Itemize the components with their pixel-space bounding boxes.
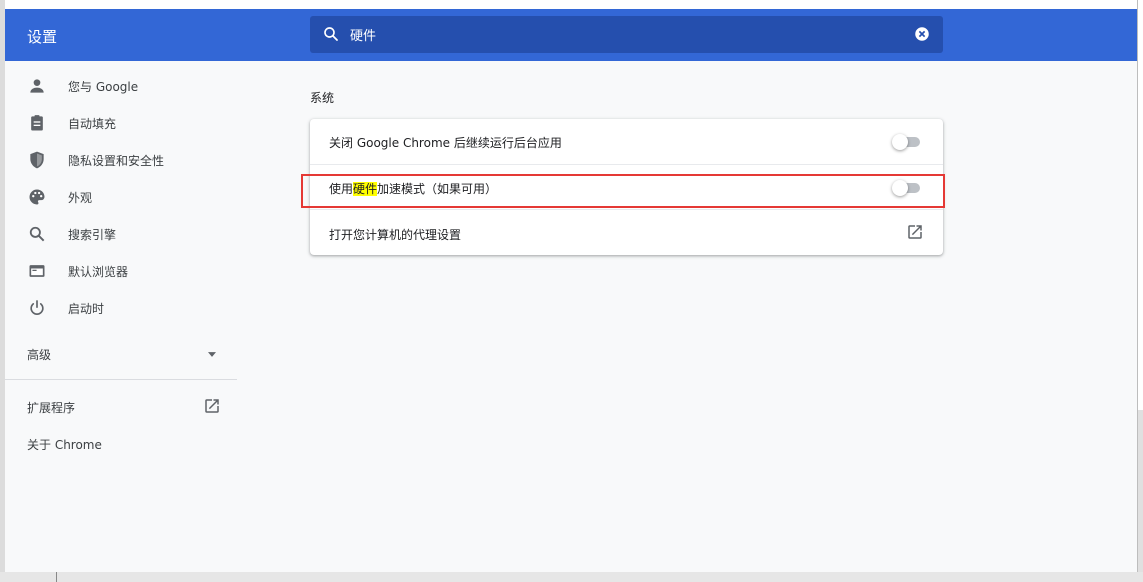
- sidebar-item-label: 搜索引擎: [68, 228, 117, 242]
- search-icon: [29, 226, 45, 242]
- sidebar-item-label: 自动填充: [68, 117, 117, 131]
- clipboard-icon: [31, 115, 43, 131]
- sidebar: 您与 Google 自动填充 隐私设置和安全性 外观 搜索引擎 默认浏览器 启动…: [5, 61, 237, 561]
- about-chrome-label: 关于 Chrome: [27, 438, 102, 452]
- settings-window: 设置 您与 Google: [5, 0, 1138, 572]
- setting-label: 使用硬件加速模式（如果可用）: [329, 180, 497, 197]
- sidebar-item-appearance[interactable]: 外观: [5, 179, 237, 215]
- desktop-divider: [56, 572, 57, 582]
- setting-row-hardware-acceleration[interactable]: 使用硬件加速模式（如果可用）: [310, 164, 943, 209]
- dropdown-arrow-icon: [208, 352, 216, 357]
- window-right-edge-lower: [1138, 410, 1143, 572]
- settings-header: 设置: [5, 9, 1137, 61]
- toggle-knob: [892, 134, 908, 150]
- person-icon: [30, 79, 44, 93]
- palette-icon: [29, 189, 45, 205]
- setting-label: 打开您计算机的代理设置: [329, 228, 462, 242]
- label-suffix: 加速模式（如果可用）: [377, 182, 498, 196]
- extensions-label: 扩展程序: [27, 401, 76, 415]
- sidebar-item-extensions[interactable]: 扩展程序: [27, 399, 223, 419]
- advanced-label: 高级: [27, 348, 52, 362]
- sidebar-item-search-engine[interactable]: 搜索引擎: [5, 216, 237, 252]
- setting-row-proxy-settings[interactable]: 打开您计算机的代理设置: [310, 209, 943, 255]
- window-top-strip: [5, 0, 1137, 9]
- sidebar-item-privacy[interactable]: 隐私设置和安全性: [5, 142, 237, 178]
- toggle-knob: [892, 180, 908, 196]
- sidebar-item-about-chrome[interactable]: 关于 Chrome: [27, 436, 102, 453]
- sidebar-item-label: 外观: [68, 191, 93, 205]
- window-right-edge: [1138, 0, 1143, 410]
- label-prefix: 使用: [329, 182, 354, 196]
- background-apps-toggle[interactable]: [892, 134, 922, 150]
- setting-row-background-apps[interactable]: 关闭 Google Chrome 后继续运行后台应用: [310, 119, 943, 164]
- advanced-toggle[interactable]: 高级: [27, 346, 219, 364]
- sidebar-item-label: 启动时: [68, 302, 105, 316]
- sidebar-item-label: 您与 Google: [68, 80, 139, 94]
- search-input[interactable]: [350, 22, 890, 46]
- setting-label: 关闭 Google Chrome 后继续运行后台应用: [329, 136, 562, 150]
- sidebar-item-label: 默认浏览器: [68, 265, 129, 279]
- sidebar-item-label: 隐私设置和安全性: [68, 154, 165, 168]
- search-box[interactable]: [310, 16, 943, 53]
- open-in-new-icon[interactable]: [906, 223, 924, 241]
- clear-search-icon[interactable]: [913, 25, 931, 43]
- sidebar-item-default-browser[interactable]: 默认浏览器: [5, 253, 237, 289]
- desktop-bottom-edge: [0, 572, 1143, 582]
- section-title-system: 系统: [310, 91, 335, 105]
- sidebar-item-you-and-google[interactable]: 您与 Google: [5, 68, 237, 104]
- sidebar-divider: [5, 379, 237, 380]
- sidebar-item-on-startup[interactable]: 启动时: [5, 290, 237, 326]
- hardware-acceleration-toggle[interactable]: [892, 180, 922, 196]
- browser-icon: [29, 265, 45, 277]
- shield-icon: [30, 151, 44, 169]
- sidebar-item-autofill[interactable]: 自动填充: [5, 105, 237, 141]
- search-match-highlight: 硬件: [353, 182, 378, 196]
- page-title: 设置: [27, 28, 58, 46]
- search-icon: [324, 27, 338, 41]
- system-settings-card: 关闭 Google Chrome 后继续运行后台应用 使用硬件加速模式（如果可用…: [310, 119, 943, 255]
- power-icon: [30, 300, 44, 315]
- open-in-new-icon: [205, 399, 219, 413]
